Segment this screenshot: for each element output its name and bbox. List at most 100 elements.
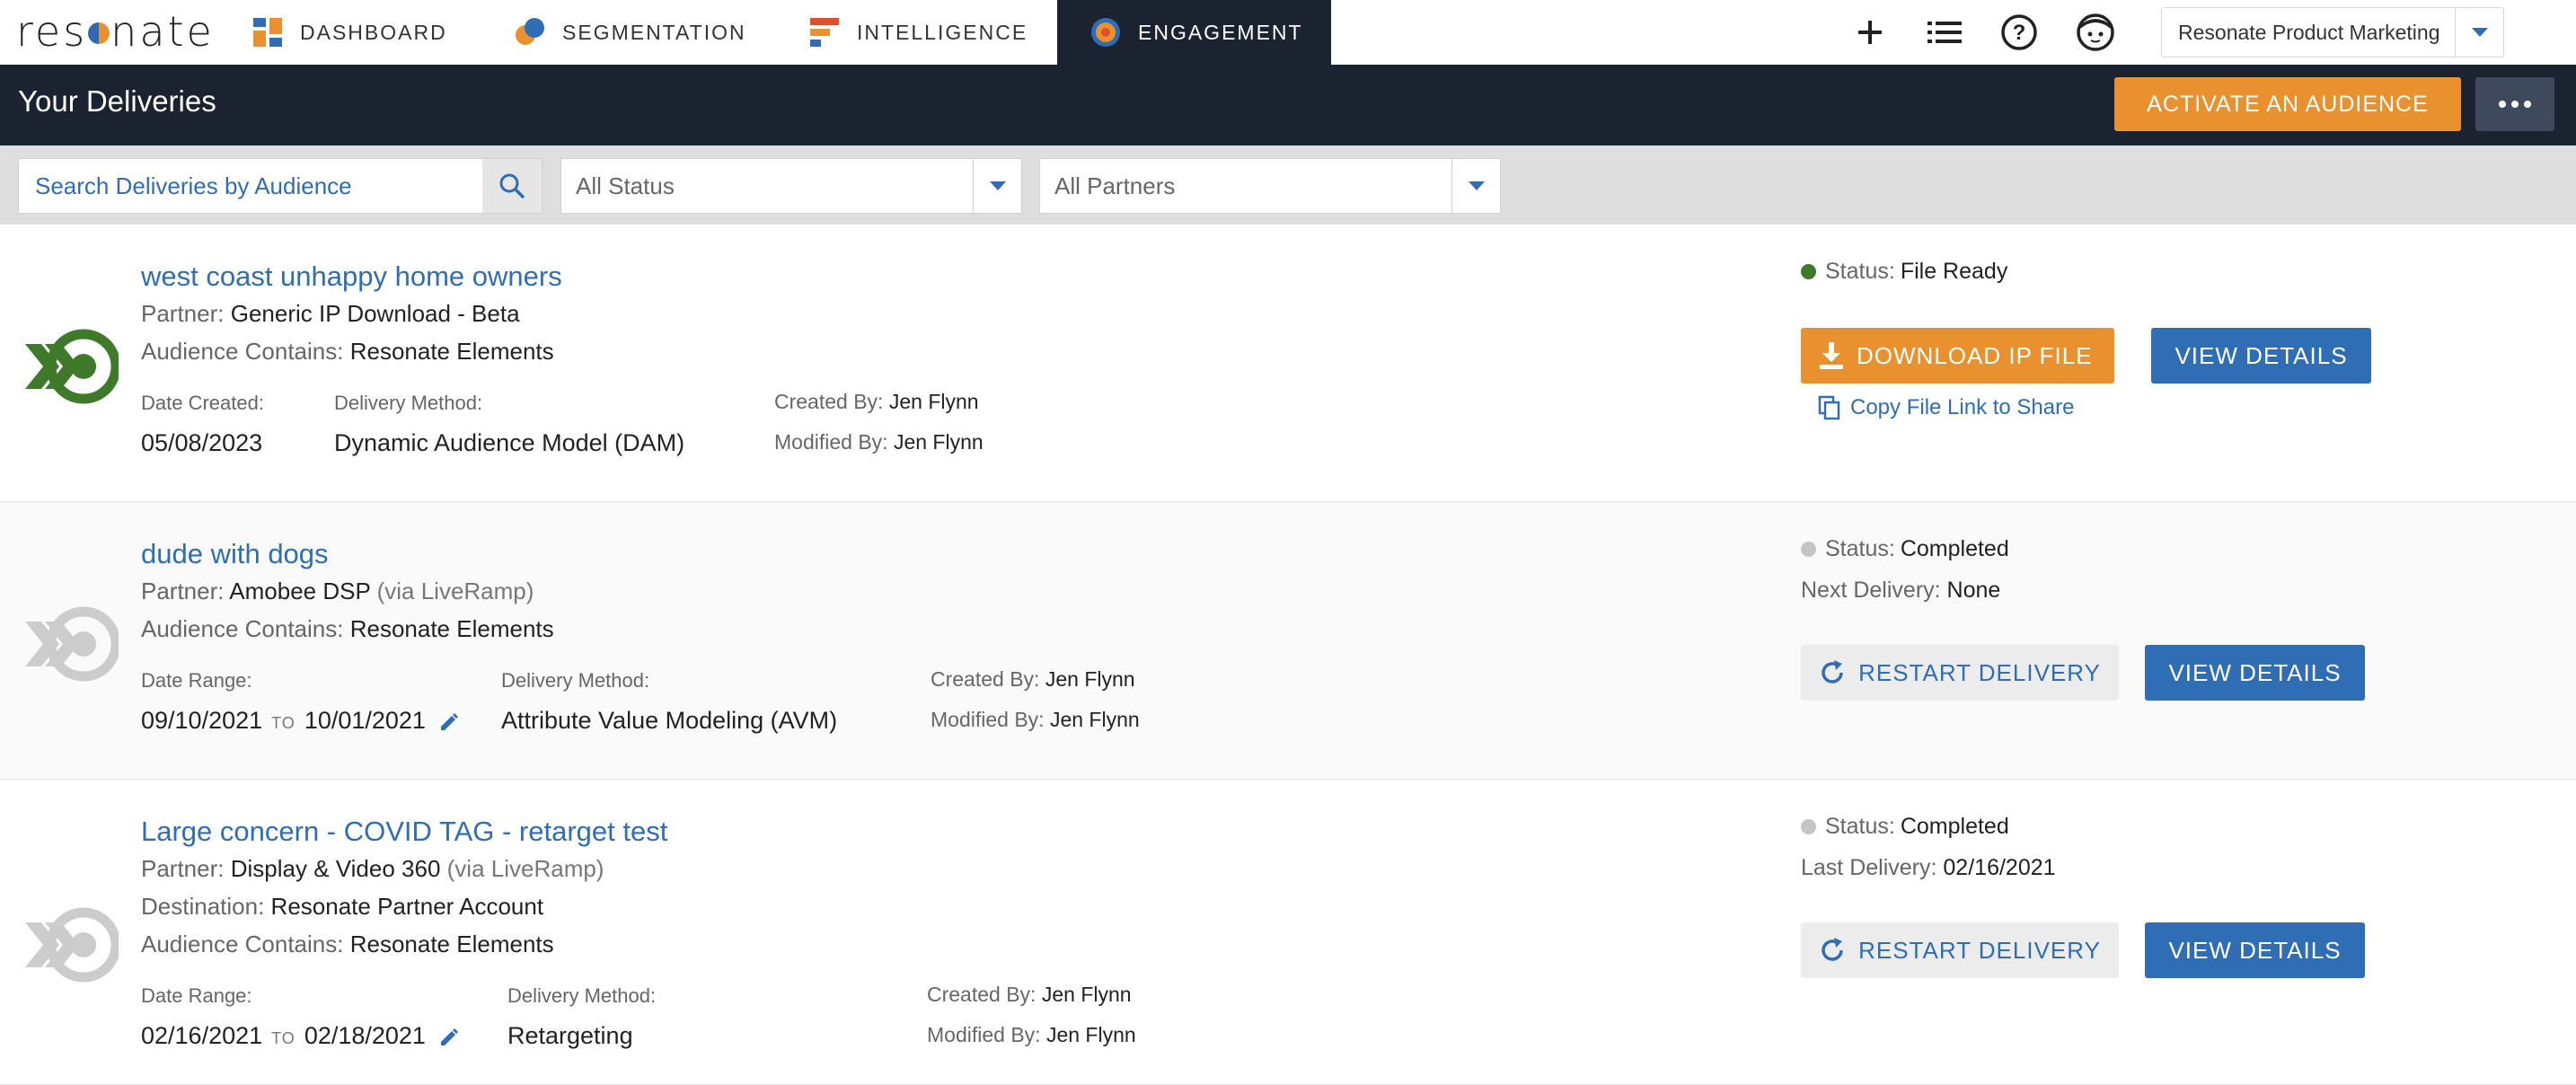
delivery-target-icon: [25, 329, 119, 404]
view-details-button[interactable]: VIEW DETAILS: [2145, 645, 2365, 701]
partner-line: Partner: Amobee DSP (via LiveRamp): [141, 578, 534, 604]
delivery-method-label: Delivery Method:: [501, 669, 650, 692]
delivery-target-icon: [25, 907, 119, 983]
tab-engagement[interactable]: ENGAGEMENT: [1057, 0, 1331, 65]
view-details-button[interactable]: VIEW DETAILS: [2151, 328, 2371, 384]
modified-by: Modified By: Jen Flynn: [931, 708, 1140, 731]
search-icon: [499, 173, 525, 199]
resonate-logo[interactable]: resonate resnate: [16, 7, 215, 56]
partner-via: (via LiveRamp): [376, 578, 534, 604]
tab-engagement-label: ENGAGEMENT: [1138, 20, 1303, 44]
date-range-value: 09/10/2021 TO 10/01/2021: [141, 707, 459, 735]
download-icon: [1820, 342, 1843, 369]
edit-pencil-icon[interactable]: [439, 712, 459, 732]
restart-delivery-button[interactable]: RESTART DELIVERY: [1801, 922, 2119, 978]
delivery-method-value: Dynamic Audience Model (DAM): [334, 429, 685, 456]
page-header: Your Deliveries ACTIVATE AN AUDIENCE: [0, 65, 2576, 146]
status-value: File Ready: [1900, 259, 2008, 284]
next-delivery-value: None: [1946, 578, 2001, 603]
date-created-label: Date Created:: [141, 392, 264, 414]
list-icon[interactable]: [1925, 13, 1964, 52]
partner-line: Partner: Generic IP Download - Beta: [141, 300, 520, 327]
refresh-icon: [1822, 938, 1843, 961]
tab-intelligence-label: INTELLIGENCE: [857, 20, 1028, 44]
page-title: Your Deliveries: [18, 84, 216, 118]
partner-via: (via LiveRamp): [446, 855, 604, 882]
status-dot: [1801, 819, 1816, 834]
organization-select-value: Resonate Product Marketing: [2178, 20, 2440, 44]
help-icon[interactable]: ?: [1999, 13, 2039, 52]
status-dot: [1801, 542, 1816, 557]
edit-pencil-icon[interactable]: [439, 1028, 459, 1047]
audience-contains-line: Audience Contains: Resonate Elements: [141, 615, 554, 642]
plus-icon[interactable]: [1850, 13, 1890, 52]
partner-value: Amobee DSP: [229, 578, 371, 604]
delivery-target-icon: [25, 606, 119, 682]
audience-name-link[interactable]: dude with dogs: [141, 538, 329, 570]
segmentation-icon: [514, 16, 546, 49]
user-avatar-icon[interactable]: [2076, 13, 2115, 52]
status-line: Status: Completed: [1801, 814, 2009, 840]
last-delivery-line: Last Delivery: 02/16/2021: [1801, 855, 2056, 880]
destination-value: Resonate Partner Account: [270, 893, 544, 920]
delivery-row: dude with dogs Partner: Amobee DSP (via …: [0, 502, 2576, 780]
copy-icon: [1818, 395, 1840, 420]
tab-dashboard[interactable]: DASHBOARD: [251, 0, 447, 65]
tab-intelligence[interactable]: INTELLIGENCE: [808, 0, 1028, 65]
activate-audience-button[interactable]: ACTIVATE AN AUDIENCE: [2114, 77, 2461, 131]
modified-by: Modified By: Jen Flynn: [774, 430, 984, 454]
view-details-button[interactable]: VIEW DETAILS: [2145, 922, 2365, 978]
tab-segmentation[interactable]: SEGMENTATION: [514, 0, 746, 65]
search-button[interactable]: [482, 159, 542, 213]
status-value: Completed: [1900, 536, 2009, 561]
delivery-method-label: Delivery Method:: [334, 392, 483, 414]
status-dot: [1801, 264, 1816, 279]
partner-line: Partner: Display & Video 360 (via LiveRa…: [141, 855, 604, 882]
audience-contains-line: Audience Contains: Resonate Elements: [141, 338, 554, 365]
engagement-icon: [1090, 16, 1122, 49]
more-dot-icon: [2499, 101, 2506, 108]
restart-delivery-button[interactable]: RESTART DELIVERY: [1801, 645, 2119, 701]
audience-contains-value: Resonate Elements: [349, 615, 554, 642]
dashboard-icon: [251, 16, 284, 49]
more-options-button[interactable]: [2475, 77, 2554, 131]
search-input[interactable]: [19, 159, 482, 213]
status-line: Status: File Ready: [1801, 259, 2007, 285]
status-line: Status: Completed: [1801, 536, 2009, 562]
status-value: Completed: [1900, 814, 2009, 839]
partner-value: Generic IP Download - Beta: [230, 300, 520, 327]
status-filter-value: All Status: [576, 172, 675, 199]
tab-segmentation-label: SEGMENTATION: [562, 20, 746, 44]
download-ip-file-button[interactable]: DOWNLOAD IP FILE: [1801, 328, 2114, 384]
top-navigation: resonate resnate DASHBOARD SEGMENTATION: [0, 0, 2576, 65]
modified-by: Modified By: Jen Flynn: [927, 1023, 1136, 1046]
delivery-method-label: Delivery Method:: [507, 984, 657, 1007]
chevron-down-icon: [2455, 8, 2503, 57]
delivery-method-value: Attribute Value Modeling (AVM): [501, 707, 838, 734]
tab-dashboard-label: DASHBOARD: [300, 20, 447, 44]
refresh-icon: [1822, 660, 1843, 684]
partner-filter-select[interactable]: All Partners: [1039, 158, 1501, 214]
date-range-value: 02/16/2021 TO 02/18/2021: [141, 1022, 459, 1050]
audience-name-link[interactable]: west coast unhappy home owners: [141, 260, 562, 293]
svg-text:?: ?: [2013, 21, 2026, 45]
date-created-value: 05/08/2023: [141, 429, 263, 456]
date-range-label: Date Range:: [141, 669, 252, 692]
partner-value: Display & Video 360: [230, 855, 441, 882]
created-by: Created By: Jen Flynn: [927, 983, 1132, 1006]
created-by: Created By: Jen Flynn: [774, 390, 979, 413]
search-box: [18, 158, 543, 214]
audience-contains-value: Resonate Elements: [349, 931, 554, 957]
status-filter-select[interactable]: All Status: [560, 158, 1022, 214]
delivery-row: Large concern - COVID TAG - retarget tes…: [0, 780, 2576, 1085]
next-delivery-line: Next Delivery: None: [1801, 578, 2001, 603]
copy-file-link[interactable]: Copy File Link to Share: [1818, 395, 2074, 420]
intelligence-icon: [808, 16, 841, 49]
destination-line: Destination: Resonate Partner Account: [141, 893, 544, 920]
organization-select[interactable]: Resonate Product Marketing: [2161, 7, 2504, 57]
date-range-label: Date Range:: [141, 984, 252, 1007]
partner-filter-value: All Partners: [1054, 172, 1176, 199]
audience-contains-value: Resonate Elements: [349, 338, 554, 365]
audience-name-link[interactable]: Large concern - COVID TAG - retarget tes…: [141, 816, 667, 848]
last-delivery-value: 02/16/2021: [1943, 855, 2056, 880]
